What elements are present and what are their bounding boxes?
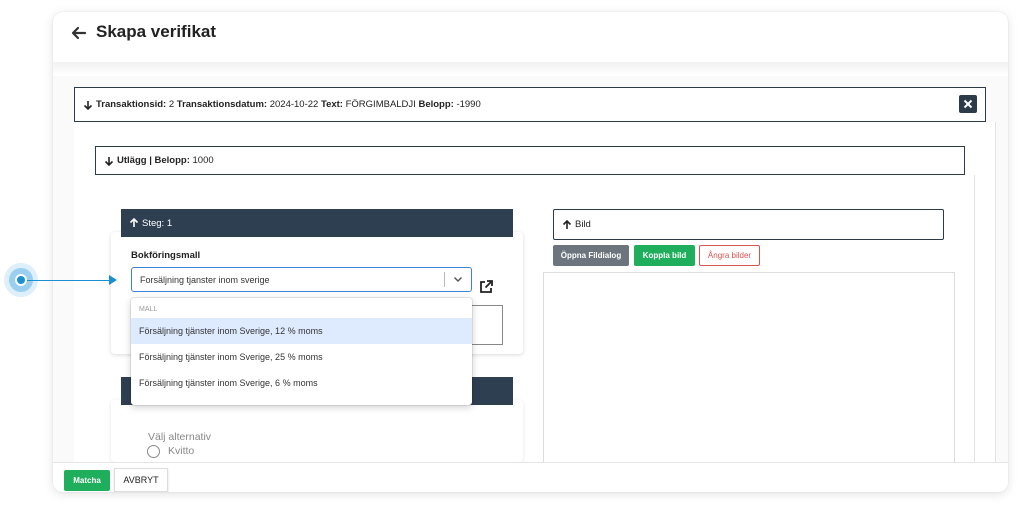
transaction-text-label: Text: — [320, 99, 343, 110]
utlagg-amount-label: Belopp: — [154, 155, 190, 166]
bild-label: Bild — [575, 219, 591, 230]
bokforingsmall-select[interactable]: Forsäljning tjanster inom sverige — [131, 267, 472, 292]
back-arrow-icon[interactable] — [71, 25, 87, 41]
bokforingsmall-dropdown: MALL Försäljning tjänster inom Sverige, … — [131, 298, 472, 405]
arrow-up-icon — [129, 218, 139, 227]
select-separator — [444, 272, 445, 287]
transaction-id-value: 2 — [168, 99, 175, 110]
page-header: Skapa verifikat — [53, 12, 1008, 62]
transaction-date-value: 2024-10-22 — [269, 99, 319, 110]
dropdown-option-label: Försäljning tjänster inom Sverige, 6 % m… — [139, 378, 318, 388]
step-header[interactable]: Steg: 1 — [121, 209, 513, 237]
transaction-bar[interactable]: Transaktionsid: 2 Transaktionsdatum: 202… — [74, 87, 986, 122]
close-button[interactable] — [959, 95, 977, 113]
dropdown-option-label: Försäljning tjänster inom Sverige, 12 % … — [139, 326, 323, 336]
dropdown-option[interactable]: Försäljning tjänster inom Sverige, 25 % … — [131, 344, 472, 370]
bild-bar[interactable]: Bild — [553, 209, 944, 240]
bokforingsmall-label: Bokföringsmall — [131, 250, 201, 261]
transaction-amount-label: Belopp: — [418, 99, 454, 110]
image-preview-area — [543, 272, 955, 462]
select-value: Forsäljning tjanster inom sverige — [140, 274, 270, 285]
open-file-dialog-button[interactable]: Öppna Fildialog — [553, 245, 629, 266]
undo-images-button[interactable]: Ångra bilder — [699, 245, 760, 266]
utlagg-label: Utlägg — [117, 155, 147, 166]
dropdown-group-label: MALL — [139, 306, 158, 313]
page-title: Skapa verifikat — [96, 22, 217, 41]
pointer-arrowhead — [109, 275, 117, 285]
dropdown-option-label: Försäljning tjänster inom Sverige, 25 % … — [139, 352, 323, 362]
kvitto-radio-label: Kvitto — [168, 445, 195, 457]
link-image-button[interactable]: Koppla bild — [634, 245, 695, 266]
transaction-amount-value: -1990 — [456, 99, 481, 110]
chevron-down-icon[interactable] — [453, 274, 463, 284]
arrow-down-icon — [104, 156, 114, 166]
footer-bar — [53, 462, 1008, 492]
external-link-icon[interactable] — [478, 279, 494, 295]
utlagg-separator: | — [149, 155, 152, 166]
utlagg-bar[interactable]: Utlägg | Belopp: 1000 — [95, 146, 965, 175]
dropdown-option[interactable]: Försäljning tjänster inom Sverige, 12 % … — [131, 318, 472, 344]
close-icon — [963, 99, 973, 109]
click-indicator-dot — [15, 274, 27, 286]
kvitto-radio[interactable] — [147, 445, 160, 458]
utlagg-amount-value: 1000 — [192, 155, 214, 166]
step-label: Steg: 1 — [142, 217, 173, 229]
header-divider — [53, 62, 1008, 76]
avbryt-button[interactable]: AVBRYT — [114, 468, 168, 492]
pointer-line — [27, 279, 112, 281]
dropdown-option[interactable]: Försäljning tjänster inom Sverige, 6 % m… — [131, 370, 472, 396]
transaction-date-label: Transaktionsdatum: — [176, 99, 268, 110]
matcha-button[interactable]: Matcha — [64, 470, 110, 491]
main-card: Skapa verifikat Transaktionsid: 2 Transa… — [53, 12, 1008, 492]
transaction-id-label: Transaktionsid: — [96, 99, 167, 110]
arrow-down-icon — [83, 100, 93, 110]
transaction-text-value: FÖRGIMBALDJI — [345, 99, 416, 110]
arrow-up-icon — [562, 219, 572, 229]
radio-group-label: Välj alternativ — [148, 431, 212, 443]
